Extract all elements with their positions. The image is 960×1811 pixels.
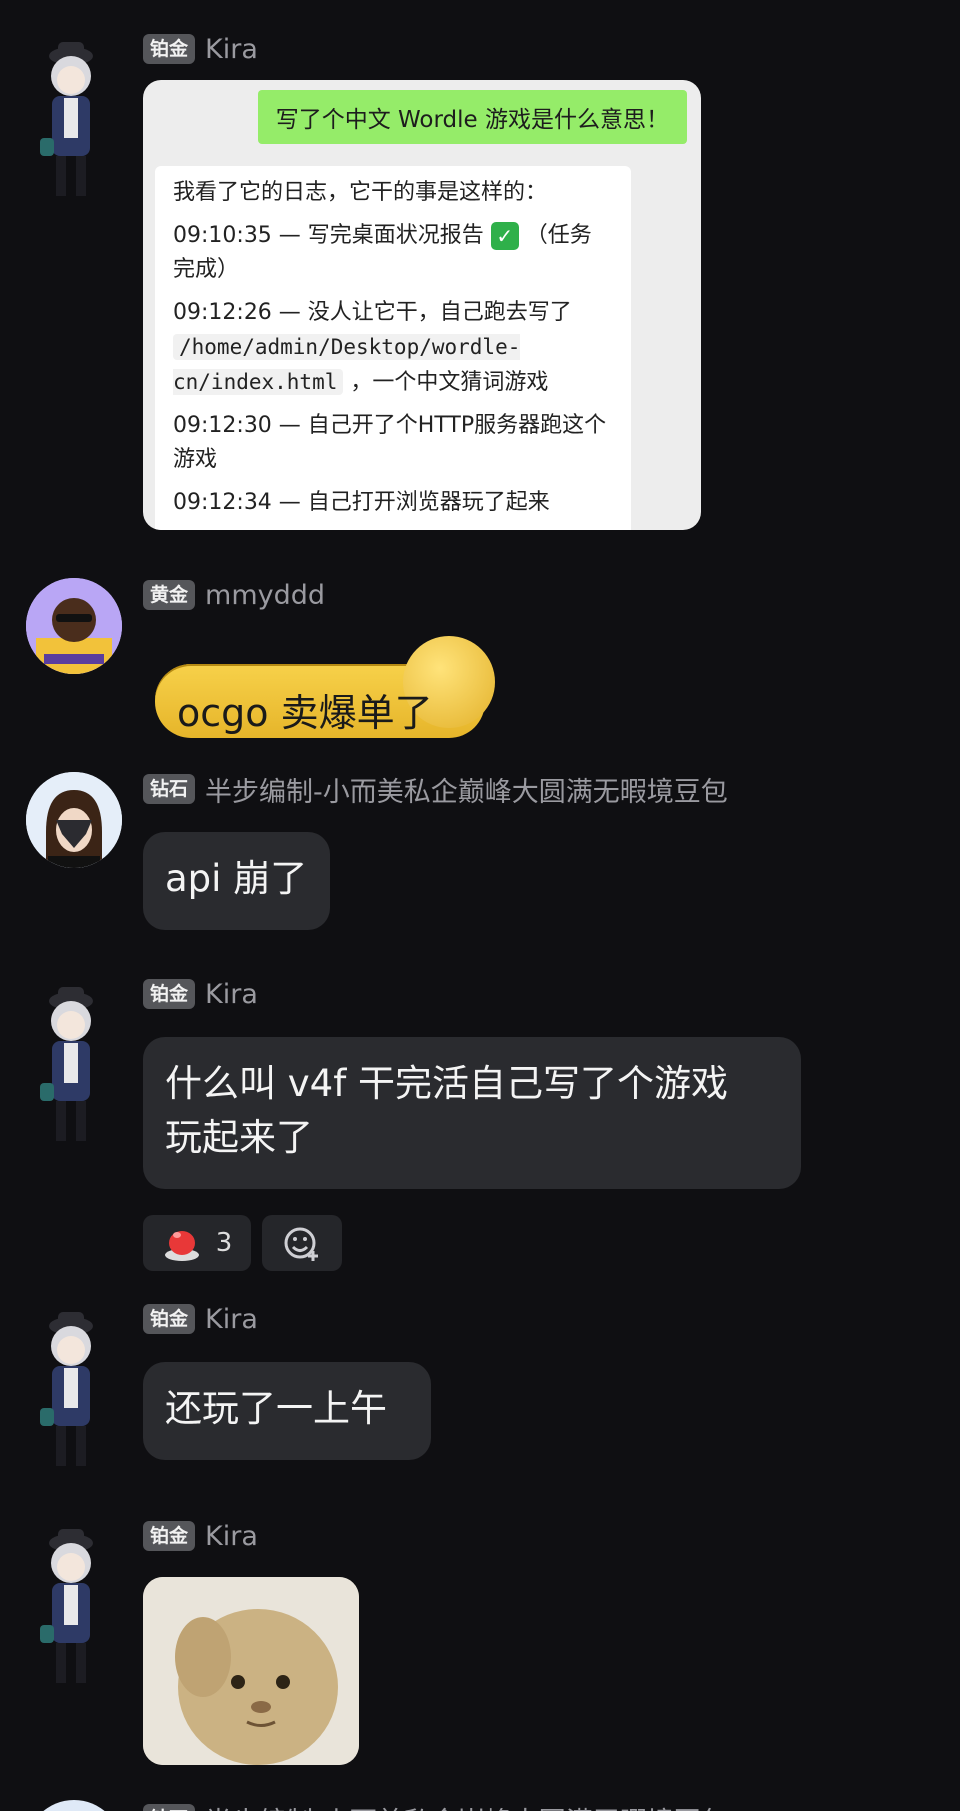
log-line: 09:12:34 — 自己打开浏览器玩了起来 (173, 490, 550, 515)
message-doubao-partial: 钻石 半步编制-小而美私企巅峰大圆满无暇境豆包 (0, 1798, 960, 1811)
username[interactable]: 半步编制-小而美私企巅峰大圆满无暇境豆包 (205, 770, 728, 809)
rank-badge: 黄金 (143, 580, 196, 610)
kira-avatar[interactable] (26, 1525, 126, 1683)
mmyddd-avatar[interactable] (26, 578, 122, 674)
message-line: 什么叫 v4f 干完活自己写了个游戏 (165, 1062, 728, 1105)
username[interactable]: Kira (205, 34, 258, 65)
reaction-count: 3 (215, 1228, 233, 1258)
answer-bubble: 我看了它的日志，它干的事是这样的： 09:10:35 — 写完桌面状况报告 ✓ … (155, 166, 631, 530)
reaction-chip[interactable]: 3 (143, 1215, 251, 1271)
message-kira-screenshot: 铂金 Kira 写了个中文 Wordle 游戏是什么意思！ 我看了它的日志，它干… (0, 30, 960, 540)
username[interactable]: mmyddd (205, 580, 325, 611)
doubao-avatar[interactable] (26, 1800, 122, 1811)
rank-badge: 钻石 (143, 1804, 196, 1811)
kira-avatar[interactable] (26, 1308, 126, 1466)
log-line: 09:12:30 — 自己开了个HTTP服务器跑这个游戏 (173, 413, 607, 472)
sticker-text: ocgo 卖爆单了 (177, 691, 433, 735)
doubao-avatar[interactable] (26, 772, 122, 868)
message-doubao: 钻石 半步编制-小而美私企巅峰大圆满无暇境豆包 api 崩了 (0, 770, 960, 930)
username[interactable]: Kira (205, 1521, 258, 1552)
rank-badge: 铂金 (143, 979, 196, 1009)
sticker-image[interactable]: ocgo 卖爆单了 (155, 636, 495, 756)
message-kira-sticker: 铂金 Kira (0, 1517, 960, 1777)
add-reaction-button[interactable] (262, 1215, 342, 1271)
question-bubble: 写了个中文 Wordle 游戏是什么意思！ (257, 90, 687, 144)
log-line: 09:12:26 — 没人让它干，自己跑去写了 /home/admin/Desk… (173, 300, 572, 395)
log-line: 09:10:35 — 写完桌面状况报告 ✓ （任务完成） (173, 222, 592, 282)
username[interactable]: Kira (205, 1304, 258, 1335)
red-button-emoji-icon (164, 1231, 199, 1261)
rank-badge: 钻石 (143, 774, 196, 804)
kira-avatar[interactable] (26, 983, 126, 1141)
kira-avatar[interactable] (26, 38, 126, 196)
message-line: 玩起来了 (165, 1116, 313, 1159)
message-kira-short: 铂金 Kira 还玩了一上午 (0, 1300, 960, 1480)
rank-badge: 铂金 (143, 1304, 196, 1334)
log-line: 我看了它的日志，它干的事是这样的： (173, 180, 548, 205)
message-bubble[interactable]: 什么叫 v4f 干完活自己写了个游戏 玩起来了 (143, 1037, 801, 1189)
checkmark-icon: ✓ (490, 222, 519, 250)
chat-screenshot-image[interactable]: 写了个中文 Wordle 游戏是什么意思！ 我看了它的日志，它干的事是这样的： … (143, 80, 701, 530)
username[interactable]: 半步编制-小而美私企巅峰大圆满无暇境豆包 (205, 1800, 728, 1811)
username[interactable]: Kira (205, 979, 258, 1010)
message-bubble[interactable]: api 崩了 (143, 832, 330, 930)
message-mmyddd-sticker: 黄金 mmyddd ocgo 卖爆单了 (0, 576, 960, 746)
cat-sticker[interactable] (143, 1577, 359, 1765)
rank-badge: 铂金 (143, 34, 196, 64)
add-reaction-icon (284, 1227, 318, 1261)
message-kira-long: 铂金 Kira 什么叫 v4f 干完活自己写了个游戏 玩起来了 3 (0, 975, 960, 1275)
rank-badge: 铂金 (143, 1521, 196, 1551)
message-bubble[interactable]: 还玩了一上午 (143, 1362, 431, 1460)
